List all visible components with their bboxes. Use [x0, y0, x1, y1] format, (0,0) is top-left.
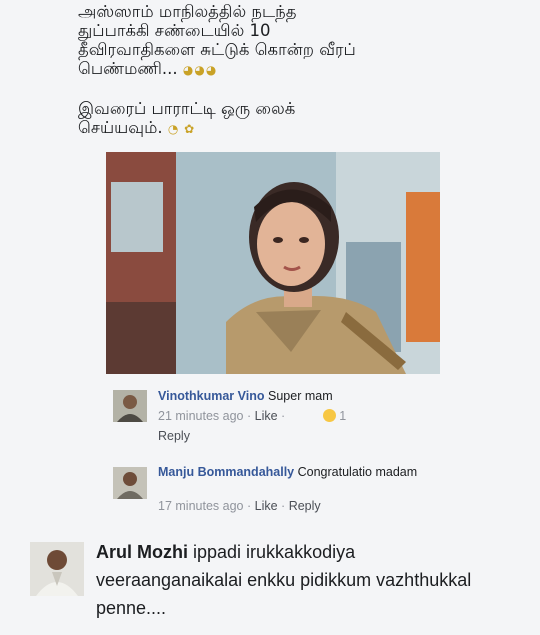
separator-dot: · [246, 409, 252, 423]
person-photo-icon [113, 467, 147, 499]
comment-author[interactable]: Vinothkumar Vino [158, 389, 265, 403]
separator-dot: · [281, 409, 286, 423]
caption-line: இவரைப் பாராட்டி ஒரு லைக் [78, 99, 296, 118]
person-photo-icon [113, 390, 147, 422]
comment-text: Congratulatio madam [297, 465, 418, 479]
comment-meta: 21 minutes ago · Like · 1 [158, 406, 443, 426]
caption-line: துப்பாக்கி சண்டையில் 10 [78, 21, 271, 40]
photo-illustration [106, 152, 440, 374]
comment-body: Manju Bommandahally Congratulatio madam … [158, 462, 443, 516]
person-photo-icon [30, 542, 84, 596]
caption-line: அஸ்ஸாம் மாநிலத்தில் நடந்த [78, 2, 297, 21]
avatar[interactable] [30, 542, 84, 596]
reaction-count: 1 [339, 409, 347, 423]
post-caption: அஸ்ஸாம் மாநிலத்தில் நடந்த துப்பாக்கி சண்… [78, 2, 478, 139]
avatar[interactable] [113, 467, 147, 499]
reply-link[interactable]: Reply [289, 499, 321, 513]
like-link[interactable]: Like [255, 499, 278, 513]
avatar[interactable] [113, 390, 147, 422]
separator-dot: · [281, 499, 286, 513]
reaction-summary[interactable]: 1 [322, 406, 347, 426]
comment-actions: Reply [158, 426, 443, 446]
emoji-icons: ◕◕◕ [182, 63, 218, 77]
caption-line: பெண்மணி... ◕◕◕ [78, 59, 478, 80]
comment-author[interactable]: Arul Mozhi [96, 542, 188, 562]
comment-body: Vinothkumar Vino Super mam 21 minutes ag… [158, 386, 443, 446]
comment-time[interactable]: 17 minutes ago [158, 499, 243, 513]
caption-line: தீவிரவாதிகளை சுட்டுக் கொன்ற வீரப் [78, 40, 356, 59]
caption-line-text: பெண்மணி... [78, 59, 178, 78]
comment-text: Super mam [268, 389, 333, 403]
post-photo[interactable] [106, 152, 440, 374]
reply-link[interactable]: Reply [158, 429, 190, 443]
comment-author[interactable]: Manju Bommandahally [158, 465, 294, 479]
comment-time[interactable]: 21 minutes ago [158, 409, 243, 423]
like-link[interactable]: Like [255, 409, 278, 423]
comment-meta: 17 minutes ago · Like · Reply [158, 496, 443, 516]
emoji-icons: ◔ ✿ [167, 122, 196, 136]
comment-body: Arul Mozhi ippadi irukkakkodiya veeraang… [96, 538, 496, 622]
caption-line-text: செய்யவும். [78, 118, 163, 137]
caption-line: செய்யவும். ◔ ✿ [78, 118, 478, 139]
laughing-emoji-icon [322, 409, 336, 422]
separator-dot: · [246, 499, 252, 513]
